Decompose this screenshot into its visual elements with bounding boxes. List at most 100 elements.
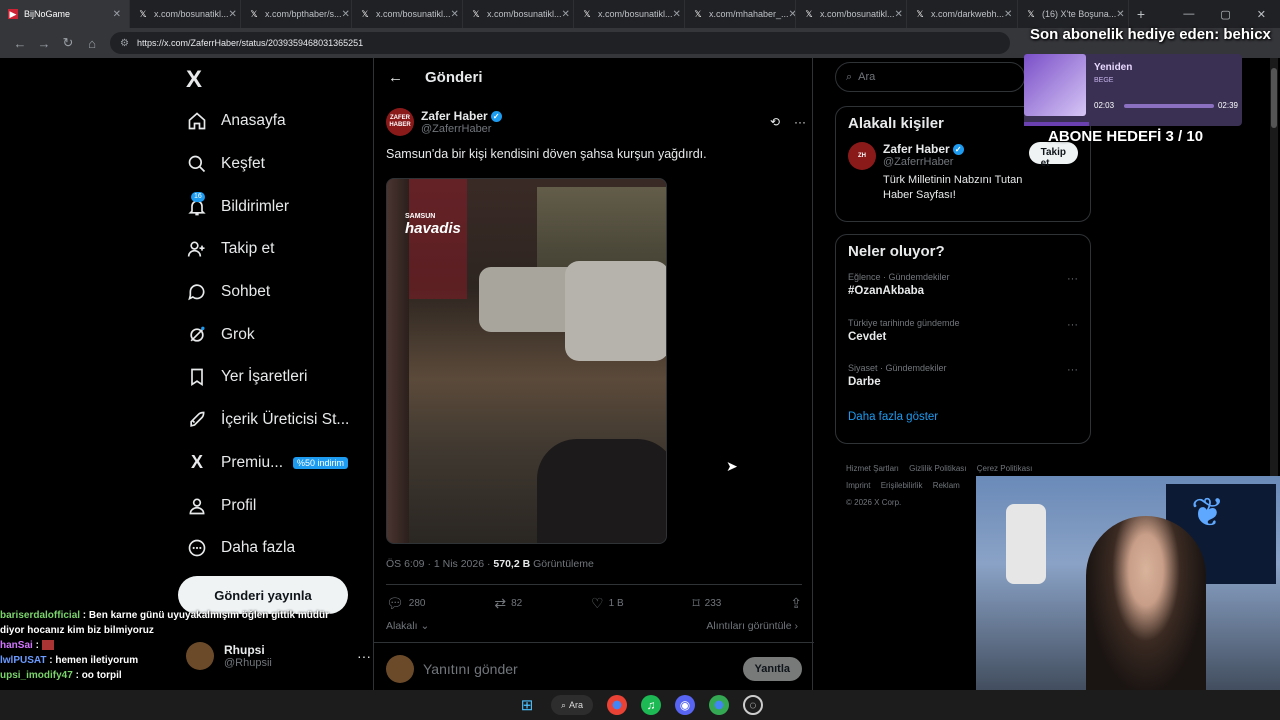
spotify-icon[interactable]: ♫ [641, 695, 661, 715]
browser-tab[interactable]: 𝕏x.com/bosunatikl... ✕ [352, 0, 463, 28]
more-horizontal-icon[interactable]: ··· [1067, 273, 1078, 285]
footer-link[interactable]: Hizmet Şartları [846, 464, 899, 473]
reply-submit-button[interactable]: Yanıtla [742, 657, 802, 681]
search-input[interactable]: ⌕ Ara [835, 62, 1025, 92]
author-handle[interactable]: @ZaferrHaber [421, 123, 502, 135]
footer-link[interactable]: Reklam [933, 481, 960, 490]
reply-icon: 💬︎ [386, 595, 404, 611]
windows-start-icon[interactable]: ⊞ [517, 695, 537, 715]
footer-link[interactable]: Çerez Politikası [977, 464, 1033, 473]
song-duration: 02:39 [1217, 101, 1238, 110]
x-logo[interactable]: X [186, 66, 202, 94]
close-window-icon[interactable]: ✕ [1257, 8, 1266, 21]
close-tab-icon[interactable]: ✕ [673, 9, 681, 20]
minimize-icon[interactable]: — [1183, 8, 1194, 21]
close-tab-icon[interactable]: ✕ [113, 9, 121, 20]
post-timestamp[interactable]: ÖS 6:09 · 1 Nis 2026 · [386, 558, 493, 570]
close-tab-icon[interactable]: ✕ [562, 9, 570, 20]
nav-item-premium[interactable]: X Premiu... %50 indirim [178, 442, 373, 485]
more-horizontal-icon[interactable]: ··· [1067, 319, 1078, 331]
last-gift-sub-overlay: Son abonelik hediye eden: behicx [1030, 26, 1271, 43]
author-name[interactable]: Zafer Haber [421, 109, 488, 123]
bookmark-button[interactable]: ⌑ 233 [692, 595, 721, 612]
browser-tab[interactable]: 𝕏x.com/bosunatikl... ✕ [574, 0, 685, 28]
nav-item-creator-studio[interactable]: İçerik Üreticisi St... [178, 399, 373, 442]
premium-discount-badge: %50 indirim [293, 456, 349, 469]
url-input[interactable]: ⚙ https://x.com/ZaferrHaber/status/203935… [110, 32, 1010, 54]
forward-arrow-icon[interactable]: → [32, 36, 56, 51]
close-tab-icon[interactable]: ✕ [1004, 9, 1012, 20]
close-tab-icon[interactable]: ✕ [451, 9, 459, 20]
nav-item-explore[interactable]: Keşfet [178, 143, 373, 186]
browser-tab[interactable]: 𝕏x.com/bpthaber/s... ✕ [241, 0, 352, 28]
divider [386, 584, 802, 585]
footer-link[interactable]: Imprint [846, 481, 870, 490]
show-more-link[interactable]: Daha fazla göster [836, 403, 1090, 431]
browser-tab[interactable]: 𝕏x.com/bosunatikl... ✕ [463, 0, 574, 28]
close-tab-icon[interactable]: ✕ [342, 9, 350, 20]
browser-tab[interactable]: ▶ BijNoGame ✕ [0, 0, 130, 28]
x-logo-icon: 𝕏 [1027, 9, 1035, 19]
browser-tab[interactable]: 𝕏x.com/mhahaber_...✕ [685, 0, 796, 28]
more-horizontal-icon[interactable]: ··· [794, 115, 806, 129]
heart-icon: ♡ [591, 595, 604, 611]
new-tab-button[interactable]: + [1129, 6, 1153, 22]
chat-message: hanSai : [0, 638, 330, 653]
discord-icon[interactable]: ◉ [675, 695, 695, 715]
footer-link[interactable]: Erişilebilirlik [881, 481, 923, 490]
avatar[interactable]: ZH [848, 142, 876, 170]
follow-button[interactable]: Takip et [1028, 142, 1078, 169]
close-tab-icon[interactable]: ✕ [789, 9, 795, 20]
reply-button[interactable]: 💬︎ 280 [386, 595, 425, 612]
chrome-icon[interactable] [607, 695, 627, 715]
trend-item[interactable]: Eğlence · Gündemdekiler #OzanAkbaba ··· [836, 266, 1090, 312]
nav-item-more[interactable]: Daha fazla [178, 527, 373, 570]
back-arrow-icon[interactable]: ← [8, 36, 32, 51]
sort-dropdown[interactable]: Alakalı ⌄ [386, 620, 429, 632]
window-controls: — ▢ ✕ [1183, 8, 1280, 21]
nav-item-home[interactable]: Anasayfa [178, 100, 373, 143]
footer-link[interactable]: Gizlilik Politikası [909, 464, 966, 473]
nav-item-profile[interactable]: Profil [178, 484, 373, 527]
nav-item-notifications[interactable]: 16 Bildirimler [178, 185, 373, 228]
reload-icon[interactable]: ↻ [56, 35, 80, 51]
left-sidebar: X Anasayfa Keşfet 16 Bildirimler Takip et… [178, 58, 373, 698]
home-icon[interactable]: ⌂ [80, 36, 104, 51]
video-frame-car [565, 261, 666, 361]
chrome-icon[interactable] [709, 695, 729, 715]
avatar[interactable]: ZAFER HABER [386, 108, 414, 136]
copyright: © 2026 X Corp. [846, 498, 902, 507]
view-quotes-link[interactable]: Alıntıları görüntüle › [706, 620, 798, 632]
back-arrow-icon[interactable]: ← [388, 69, 403, 86]
trend-item[interactable]: Siyaset · Gündemdekiler Darbe ··· [836, 357, 1090, 403]
browser-tab[interactable]: 𝕏 (16) X'te Boşuna... ✕ [1018, 0, 1129, 28]
close-tab-icon[interactable]: ✕ [895, 9, 903, 20]
nav-item-grok[interactable]: Grok [178, 313, 373, 356]
more-horizontal-icon[interactable]: ··· [1067, 364, 1078, 376]
maximize-icon[interactable]: ▢ [1220, 8, 1230, 21]
close-tab-icon[interactable]: ✕ [229, 9, 237, 20]
grok-icon [186, 324, 208, 346]
nav-item-chat[interactable]: Sohbet [178, 271, 373, 314]
more-horizontal-icon[interactable]: ··· [357, 648, 371, 664]
search-icon [186, 153, 208, 175]
trend-item[interactable]: Türkiye tarihinde gündemde Cevdet ··· [836, 312, 1090, 358]
repost-button[interactable]: ⇄ 82 [494, 595, 522, 612]
scrollbar-thumb[interactable] [1271, 68, 1277, 128]
reply-input[interactable]: Yanıtını gönder [423, 661, 518, 677]
main-column: ← Gönderi ZAFER HABER Zafer Haber ✓ @Zafe… [373, 58, 814, 698]
obs-icon[interactable]: ◌ [743, 695, 763, 715]
post-video[interactable]: SAMSUN havadis [386, 178, 667, 544]
share-button[interactable]: ⇪ [790, 595, 802, 612]
grok-explain-icon[interactable]: ⟲ [770, 115, 780, 129]
nav-item-bookmarks[interactable]: Yer İşaretleri [178, 356, 373, 399]
browser-tab[interactable]: 𝕏x.com/darkwebh... ✕ [907, 0, 1018, 28]
browser-tab[interactable]: 𝕏x.com/bosunatikl... ✕ [796, 0, 907, 28]
verified-badge-icon: ✓ [952, 144, 964, 156]
taskbar-search[interactable]: ⌕ Ara [551, 695, 593, 715]
nav-item-follow[interactable]: Takip et [178, 228, 373, 271]
like-button[interactable]: ♡ 1 B [591, 595, 624, 612]
close-tab-icon[interactable]: ✕ [1116, 9, 1124, 20]
site-info-icon[interactable]: ⚙ [120, 38, 129, 49]
browser-tab[interactable]: 𝕏x.com/bosunatikl... ✕ [130, 0, 241, 28]
